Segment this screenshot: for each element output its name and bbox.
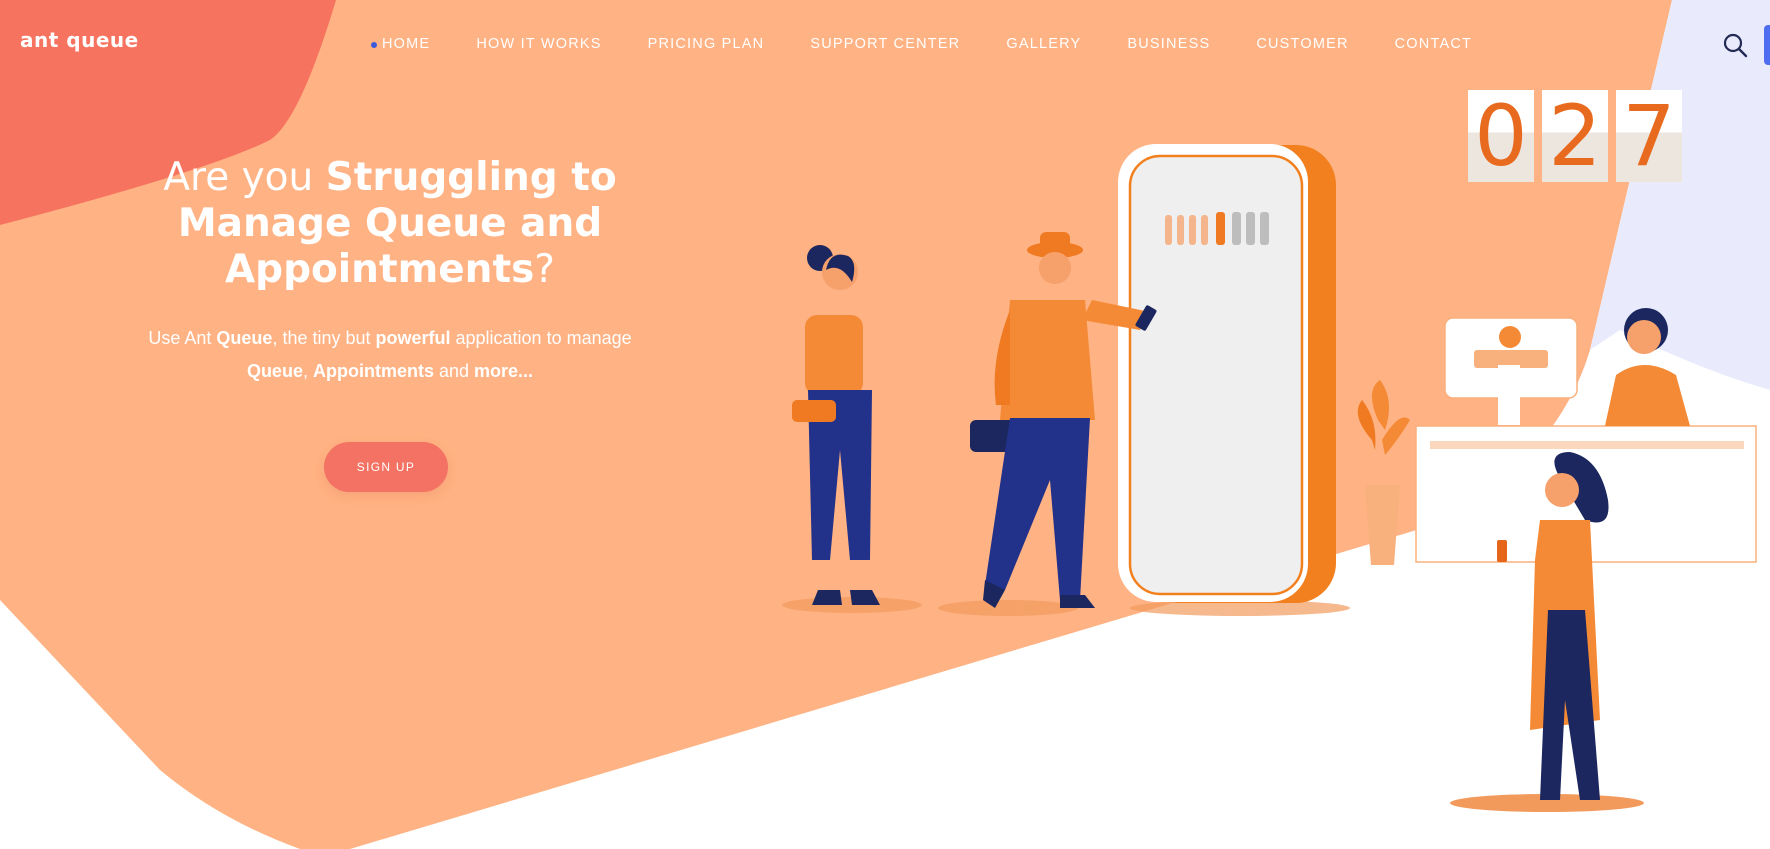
sub-text: application to manage xyxy=(450,328,632,348)
sub-text-bold: Queue xyxy=(246,361,303,381)
counter-digit: 2 xyxy=(1542,90,1608,182)
sub-text: , the tiny but xyxy=(272,328,376,348)
hero-title: Are you Struggling to Manage Queue and A… xyxy=(130,155,650,293)
side-panel-tab[interactable] xyxy=(1764,25,1770,65)
nav-item-contact[interactable]: CONTACT xyxy=(1395,36,1472,52)
hero-title-question: ? xyxy=(534,247,555,292)
sub-text: and xyxy=(433,361,475,381)
signup-button[interactable]: SIGN UP xyxy=(324,442,448,492)
nav-item-customer[interactable]: CUSTOMER xyxy=(1256,36,1348,52)
sub-text-bold: Appointments xyxy=(312,361,434,381)
nav-item-pricing-plan[interactable]: PRICING PLAN xyxy=(648,36,765,52)
queue-counter: 0 2 7 xyxy=(1468,90,1682,182)
nav-item-how-it-works[interactable]: HOW IT WORKS xyxy=(476,36,601,52)
nav-item-gallery[interactable]: GALLERY xyxy=(1006,36,1081,52)
hero-title-light: Are you xyxy=(163,155,326,200)
main-nav: HOME HOW IT WORKS PRICING PLAN SUPPORT C… xyxy=(370,36,1518,52)
sub-text-bold: more... xyxy=(474,361,534,381)
nav-item-support-center[interactable]: SUPPORT CENTER xyxy=(810,36,960,52)
sub-text-bold: Queue xyxy=(216,328,273,348)
logo[interactable]: ant queue xyxy=(20,28,139,52)
sub-text: Use Ant xyxy=(148,328,217,348)
nav-item-home[interactable]: HOME xyxy=(370,36,430,52)
counter-digit: 0 xyxy=(1468,90,1534,182)
nav-item-business[interactable]: BUSINESS xyxy=(1127,36,1210,52)
sub-text: , xyxy=(302,361,313,381)
counter-digit: 7 xyxy=(1616,90,1682,182)
sub-text-bold: powerful xyxy=(375,328,451,348)
hero-subtitle: Use Ant Queue, the tiny but powerful app… xyxy=(130,322,650,388)
search-icon[interactable] xyxy=(1722,32,1748,58)
